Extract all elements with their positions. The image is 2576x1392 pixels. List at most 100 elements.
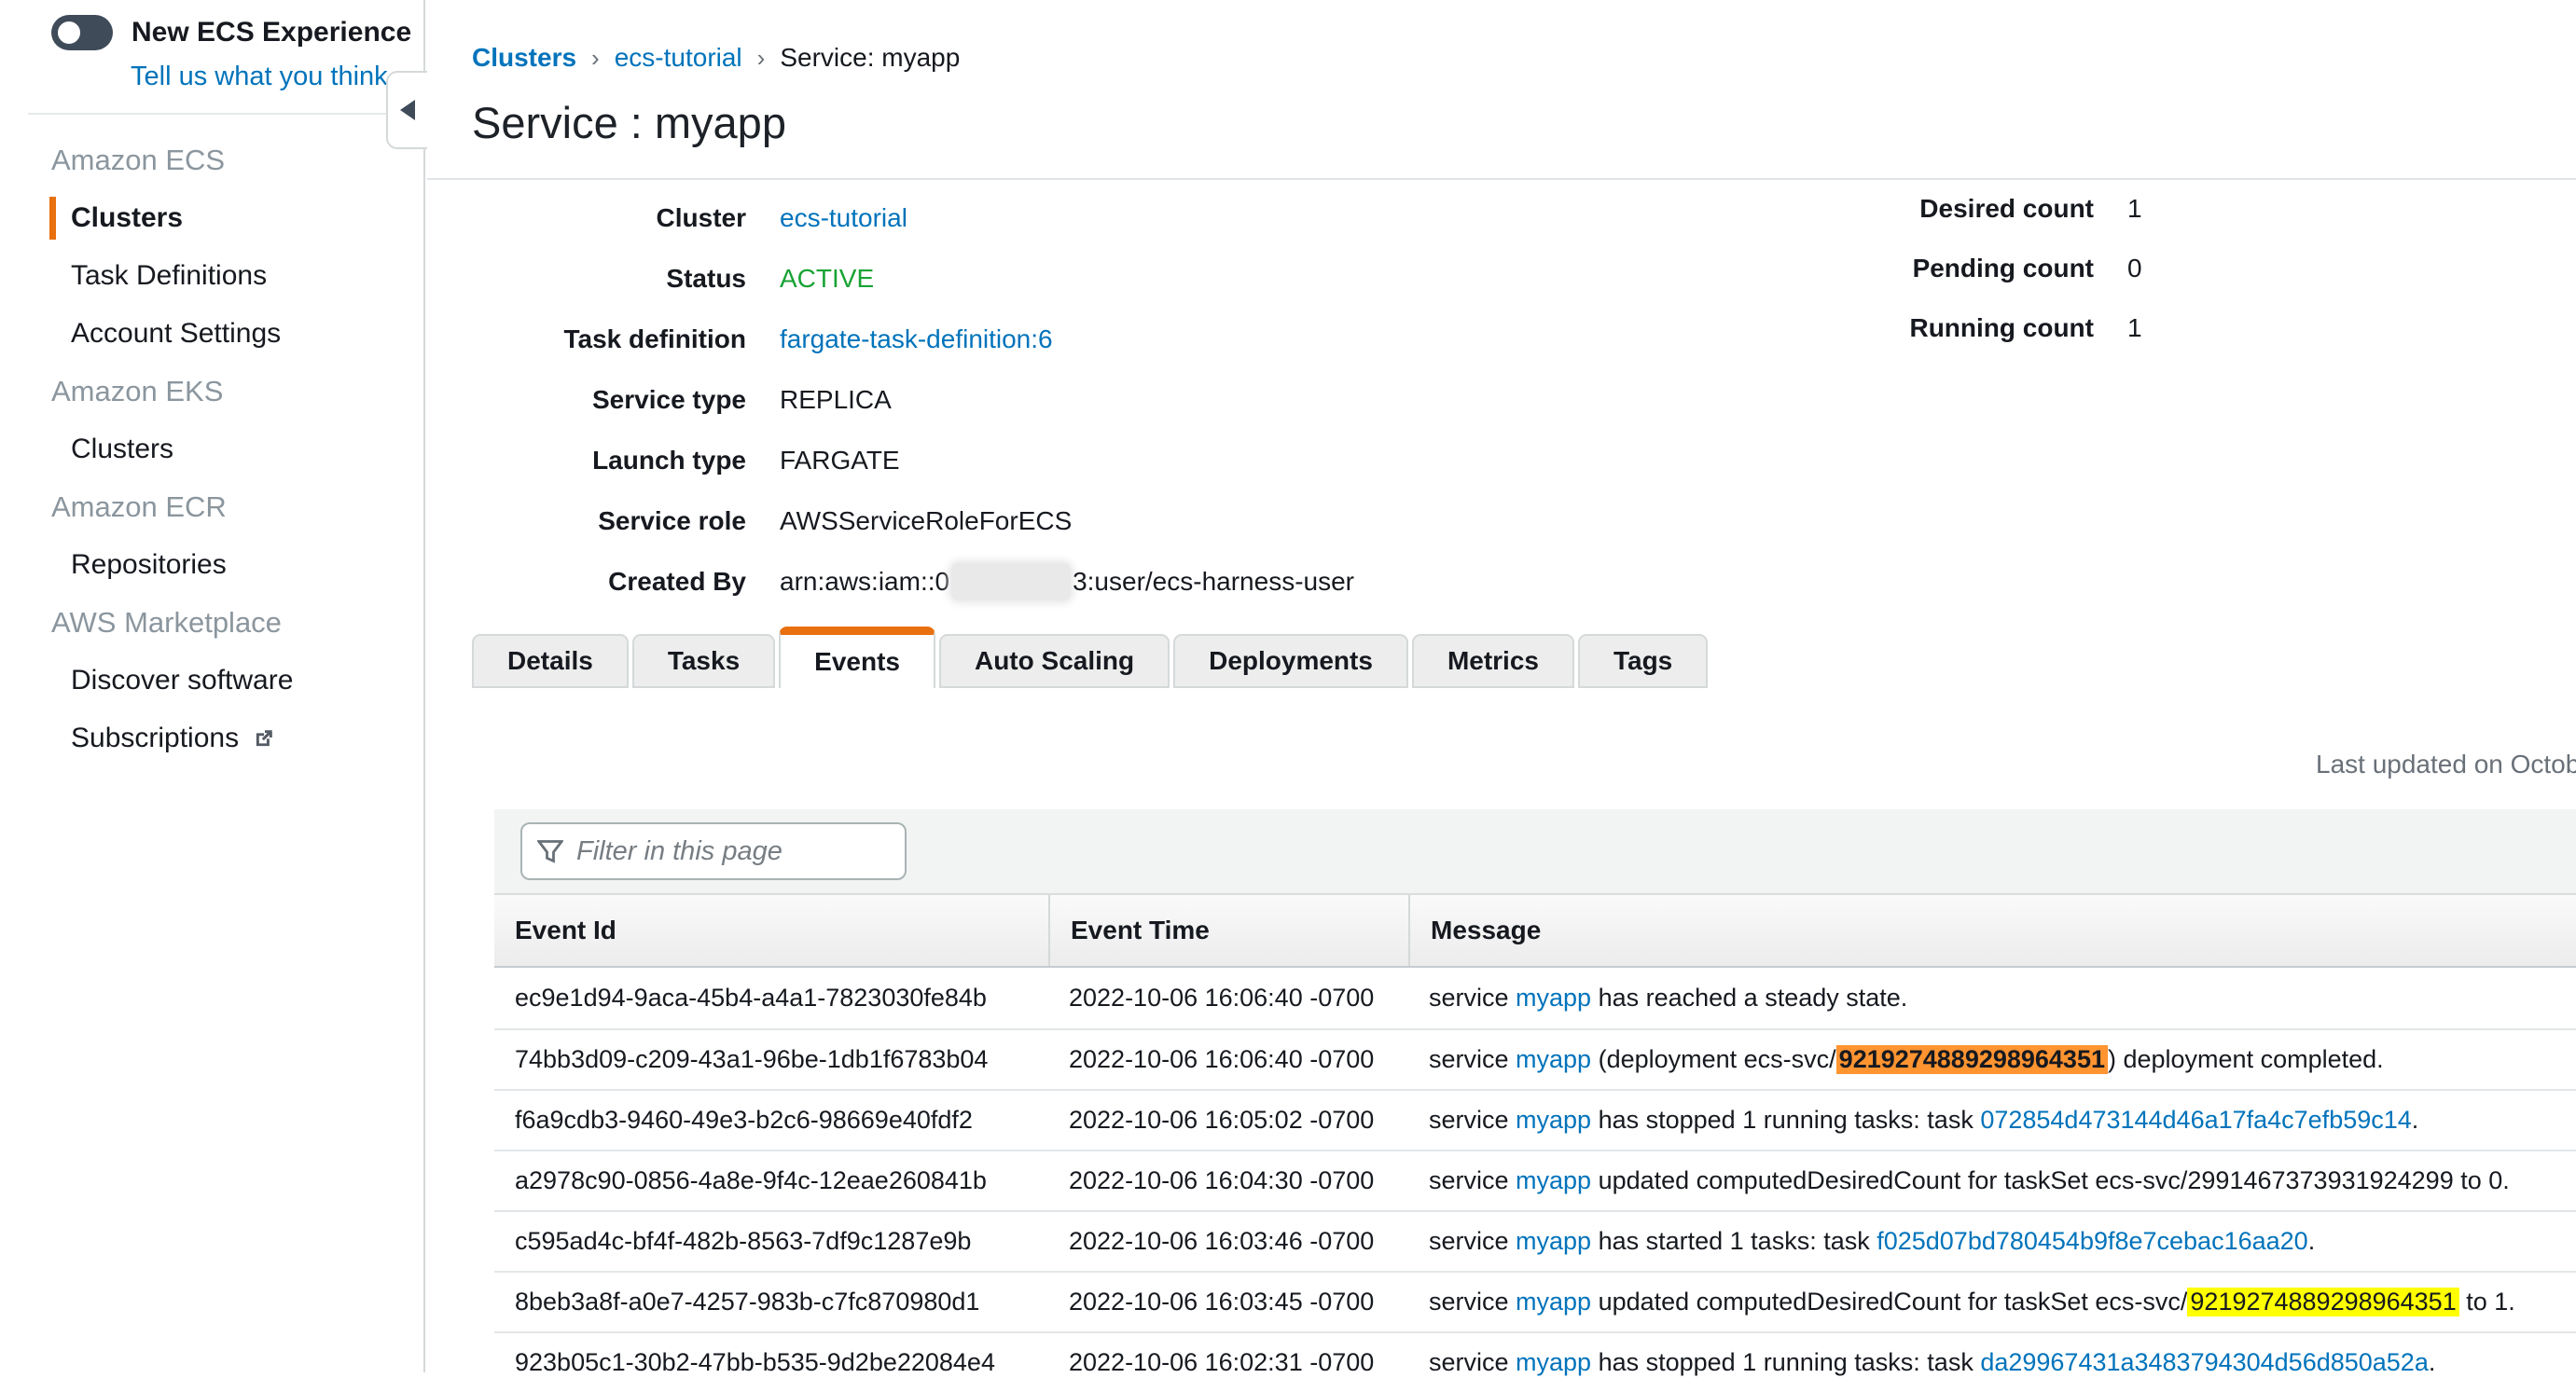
sidebar-collapse-button[interactable]	[386, 71, 427, 149]
event-message-cell: service myapp updated computedDesiredCou…	[1408, 1288, 2576, 1316]
sidebar-divider	[28, 113, 395, 115]
sidebar-section-header-amazon-ecs: Amazon ECS	[0, 131, 423, 189]
toggle-knob-icon	[53, 17, 85, 48]
filter-input[interactable]	[520, 822, 907, 880]
sidebar-item-label: Account Settings	[71, 318, 281, 350]
sidebar-item-repositories[interactable]: Repositories	[0, 536, 423, 594]
message-link[interactable]: myapp	[1516, 1106, 1591, 1134]
last-updated-text: Last updated on Octob	[2316, 750, 2576, 779]
event-time-cell: 2022-10-06 16:06:40 -0700	[1048, 1045, 1408, 1074]
tab-auto-scaling[interactable]: Auto Scaling	[939, 634, 1170, 688]
event-id-cell: c595ad4c-bf4f-482b-8563-7df9c1287e9b	[494, 1227, 1048, 1256]
count-label-running-count: Running count	[1830, 298, 2094, 358]
events-table-header: Event IdEvent TimeMessage	[494, 893, 2576, 968]
arn-suffix: 3:user/ecs-harness-user	[1073, 567, 1354, 597]
detail-label-service-role: Service role	[427, 490, 746, 551]
detail-value-service-type: REPLICA	[780, 369, 2576, 430]
event-message-cell: service myapp has started 1 tasks: task …	[1408, 1227, 2576, 1256]
detail-label-created-by: Created By	[427, 551, 746, 612]
message-link[interactable]: myapp	[1516, 1288, 1591, 1316]
sidebar-item-clusters[interactable]: Clusters	[0, 189, 423, 247]
message-link[interactable]: f025d07bd780454b9f8e7cebac16aa20	[1877, 1227, 2307, 1255]
sidebar-item-label: Discover software	[71, 665, 293, 696]
breadcrumb-current: Service: myapp	[780, 43, 960, 73]
breadcrumb-link-clusters[interactable]: Clusters	[472, 43, 576, 73]
event-row: f6a9cdb3-9460-49e3-b2c6-98669e40fdf22022…	[494, 1089, 2576, 1150]
event-time-cell: 2022-10-06 16:06:40 -0700	[1048, 984, 1408, 1013]
new-ecs-experience-row: New ECS Experience	[0, 0, 423, 50]
event-time-cell: 2022-10-06 16:02:31 -0700	[1048, 1348, 1408, 1377]
event-row: ec9e1d94-9aca-45b4-a4a1-7823030fe84b2022…	[494, 968, 2576, 1028]
event-id-cell: 8beb3a8f-a0e7-4257-983b-c7fc870980d1	[494, 1288, 1048, 1316]
tab-details[interactable]: Details	[472, 634, 629, 688]
external-link-icon	[252, 726, 276, 751]
count-value-desired-count: 1	[2127, 179, 2483, 239]
column-header-message[interactable]: Message	[1408, 895, 2576, 966]
event-time-cell: 2022-10-06 16:03:45 -0700	[1048, 1288, 1408, 1316]
breadcrumb-link-ecs-tutorial[interactable]: ecs-tutorial	[615, 43, 742, 73]
sidebar-item-subscriptions[interactable]: Subscriptions	[0, 710, 423, 767]
tab-metrics[interactable]: Metrics	[1412, 634, 1574, 688]
sidebar-item-discover-software[interactable]: Discover software	[0, 652, 423, 710]
tab-tags[interactable]: Tags	[1578, 634, 1708, 688]
filter-strip	[494, 809, 2576, 893]
event-row: 8beb3a8f-a0e7-4257-983b-c7fc870980d12022…	[494, 1271, 2576, 1331]
feedback-link[interactable]: Tell us what you think	[131, 62, 423, 92]
events-panel: Event IdEvent TimeMessage ec9e1d94-9aca-…	[494, 809, 2576, 1392]
detail-link-task-definition[interactable]: fargate-task-definition:6	[780, 324, 1053, 354]
count-value-pending-count: 0	[2127, 239, 2483, 298]
tab-tasks[interactable]: Tasks	[632, 634, 775, 688]
detail-label-cluster: Cluster	[427, 187, 746, 248]
event-message-cell: service myapp updated computedDesiredCou…	[1408, 1166, 2576, 1195]
breadcrumb-separator: ›	[591, 44, 600, 73]
event-row: 923b05c1-30b2-47bb-b535-9d2be22084e42022…	[494, 1331, 2576, 1392]
message-link[interactable]: myapp	[1516, 1166, 1591, 1194]
sidebar-item-account-settings[interactable]: Account Settings	[0, 305, 423, 363]
event-message-cell: service myapp (deployment ecs-svc/921927…	[1408, 1045, 2576, 1074]
sidebar-item-label: Clusters	[71, 434, 173, 465]
breadcrumb: Clusters›ecs-tutorial›Service: myapp	[427, 0, 2576, 73]
event-row: a2978c90-0856-4a8e-9f4c-12eae260841b2022…	[494, 1150, 2576, 1210]
tab-events[interactable]: Events	[779, 627, 935, 688]
event-row: c595ad4c-bf4f-482b-8563-7df9c1287e9b2022…	[494, 1210, 2576, 1271]
event-id-cell: f6a9cdb3-9460-49e3-b2c6-98669e40fdf2	[494, 1106, 1048, 1135]
arn-prefix: arn:aws:iam::0	[780, 567, 949, 597]
message-link[interactable]: myapp	[1516, 1045, 1591, 1073]
message-link[interactable]: myapp	[1516, 1227, 1591, 1255]
detail-value-created-by: arn:aws:iam::0 3:user/ecs-harness-user	[780, 551, 2576, 612]
event-row: 74bb3d09-c209-43a1-96be-1db1f6783b042022…	[494, 1028, 2576, 1089]
column-header-event-id[interactable]: Event Id	[494, 895, 1048, 966]
events-table-body: ec9e1d94-9aca-45b4-a4a1-7823030fe84b2022…	[494, 968, 2576, 1392]
event-message-cell: service myapp has stopped 1 running task…	[1408, 1348, 2576, 1377]
sidebar-item-label: Subscriptions	[71, 723, 239, 754]
status-badge: ACTIVE	[780, 264, 874, 294]
sidebar-section-header-amazon-eks: Amazon EKS	[0, 363, 423, 420]
detail-label-launch-type: Launch type	[427, 430, 746, 490]
tab-deployments[interactable]: Deployments	[1173, 634, 1408, 688]
detail-label-status: Status	[427, 248, 746, 309]
event-id-cell: 74bb3d09-c209-43a1-96be-1db1f6783b04	[494, 1045, 1048, 1074]
service-tabs: DetailsTasksEventsAuto ScalingDeployment…	[472, 627, 1708, 688]
message-link[interactable]: myapp	[1516, 984, 1591, 1012]
new-ecs-experience-toggle[interactable]	[51, 15, 113, 50]
detail-value-service-role: AWSServiceRoleForECS	[780, 490, 2576, 551]
count-label-desired-count: Desired count	[1830, 179, 2094, 239]
sidebar-section-header-aws-marketplace: AWS Marketplace	[0, 594, 423, 652]
sidebar: New ECS Experience Tell us what you thin…	[0, 0, 425, 1372]
page-title: Service : myapp	[472, 97, 2576, 148]
column-header-event-time[interactable]: Event Time	[1048, 895, 1408, 966]
sidebar-item-task-definitions[interactable]: Task Definitions	[0, 247, 423, 305]
sidebar-item-label: Clusters	[71, 202, 183, 234]
main-content: Clusters›ecs-tutorial›Service: myapp Ser…	[427, 0, 2576, 1372]
sidebar-item-label: Repositories	[71, 549, 227, 581]
event-id-cell: 923b05c1-30b2-47bb-b535-9d2be22084e4	[494, 1348, 1048, 1377]
event-message-cell: service myapp has stopped 1 running task…	[1408, 1106, 2576, 1135]
message-link[interactable]: 072854d473144d46a17fa4c7efb59c14	[1980, 1106, 2411, 1134]
sidebar-item-clusters[interactable]: Clusters	[0, 420, 423, 478]
detail-value-launch-type: FARGATE	[780, 430, 2576, 490]
funnel-filter-icon	[537, 838, 563, 869]
event-time-cell: 2022-10-06 16:03:46 -0700	[1048, 1227, 1408, 1256]
detail-link-cluster[interactable]: ecs-tutorial	[780, 203, 907, 233]
count-label-pending-count: Pending count	[1830, 239, 2094, 298]
count-value-running-count: 1	[2127, 298, 2483, 358]
